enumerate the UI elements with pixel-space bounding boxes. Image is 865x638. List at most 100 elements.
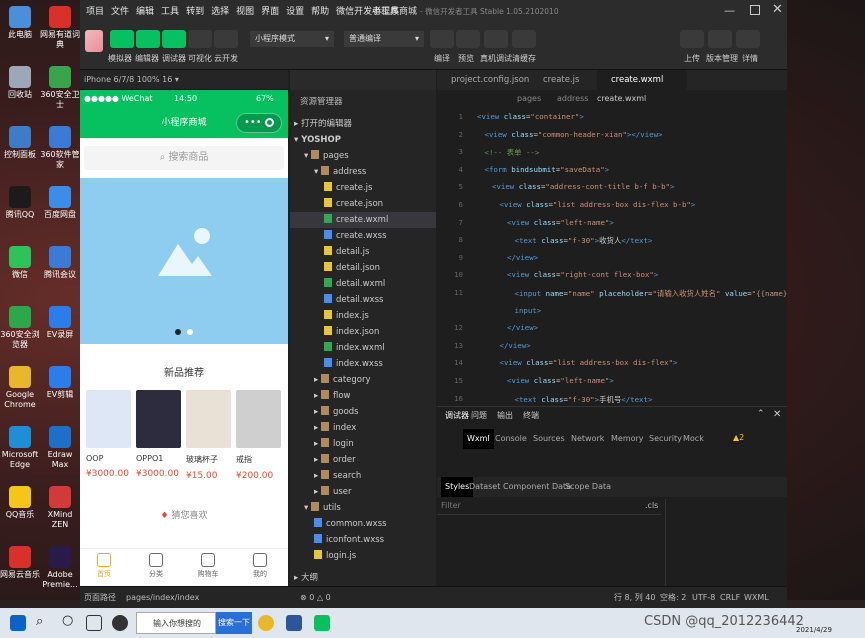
styles-filter[interactable]: Filter .cls [437, 499, 661, 515]
desktop-icon[interactable]: 此电脑 [0, 6, 40, 40]
devtools-sub-tab[interactable]: Scope Data [565, 477, 611, 497]
tree-folder[interactable]: ▸ flow [290, 388, 436, 404]
menu-item[interactable]: 编辑 [136, 0, 154, 24]
desktop-icon[interactable]: 360软件管家 [40, 126, 80, 170]
tree-folder[interactable]: ▾ address [290, 164, 436, 180]
menu-item[interactable]: 视图 [236, 0, 254, 24]
close-icon[interactable]: ✕ [772, 2, 783, 17]
desktop-icon[interactable]: Google Chrome [0, 366, 40, 410]
devtools-tab[interactable]: Memory [611, 429, 644, 449]
tree-folder[interactable]: ▸ search [290, 468, 436, 484]
devtools-top-tab[interactable]: 终端 [523, 407, 539, 425]
code-editor[interactable]: 1 <view class="container"> 2 <view class="c… [437, 108, 787, 406]
editor-tab[interactable]: create.wxml [597, 70, 687, 90]
banner-carousel[interactable] [80, 178, 288, 344]
desktop-icon[interactable]: Adobe Premie... [40, 546, 80, 590]
taskbar-search-input[interactable]: 输入你想搜的 [136, 612, 216, 634]
cloud-dev-icon[interactable] [214, 30, 238, 48]
tree-file[interactable]: index.json [290, 324, 436, 340]
desktop-icon[interactable]: 360安全卫士 [40, 66, 80, 110]
editor-tab[interactable]: create.js [529, 70, 597, 90]
search-input[interactable]: ⌕ 搜索商品 [84, 146, 284, 170]
status-item[interactable]: UTF-8 [692, 587, 715, 609]
desktop-icon[interactable]: 腾讯会议 [40, 246, 80, 280]
app-icon[interactable] [112, 615, 128, 631]
editor-toggle-icon[interactable] [136, 30, 160, 48]
avatar[interactable] [85, 30, 103, 52]
error-count[interactable]: ⊗ 0 △ 0 [300, 587, 331, 609]
status-item[interactable]: CRLF [720, 587, 740, 609]
collapse-icon[interactable]: ⌃ [757, 409, 765, 419]
clear-cache-icon[interactable] [512, 30, 536, 48]
devtools-tab[interactable]: Mock [683, 429, 704, 449]
tree-file[interactable]: index.js [290, 308, 436, 324]
tree-file[interactable]: detail.wxss [290, 292, 436, 308]
desktop-icon[interactable]: EV录屏 [40, 306, 80, 340]
tree-folder[interactable]: ▸ user [290, 484, 436, 500]
devtools-top-tab[interactable]: 调试器 [445, 407, 469, 425]
menu-item[interactable]: 转到 [186, 0, 204, 24]
status-item[interactable]: 行 8, 列 40 [614, 587, 655, 609]
tree-folder[interactable]: ▸ login [290, 436, 436, 452]
search-taskbar-icon[interactable]: ⌕ [36, 614, 43, 629]
project-root[interactable]: ▾ YOSHOP [294, 132, 341, 148]
desktop-icon[interactable]: 网易有道词典 [40, 6, 80, 50]
editor-tab[interactable]: project.config.json [437, 70, 529, 90]
tree-file[interactable]: iconfont.wxss [290, 532, 436, 548]
desktop-icon[interactable]: 360安全浏览器 [0, 306, 40, 350]
capsule-menu[interactable]: ••• [236, 113, 282, 133]
product-card[interactable]: 玻璃杯子 ¥15.00 [186, 390, 231, 481]
breadcrumb-item[interactable]: address [557, 90, 588, 108]
devtools-sub-tab[interactable]: Component Data [503, 477, 571, 497]
taskbar-search-button[interactable]: 搜索一下 [216, 612, 252, 634]
menu-item[interactable]: 项目 [86, 0, 104, 24]
wechat-devtools-icon[interactable] [314, 615, 330, 631]
cortana-icon[interactable]: ○ [62, 613, 73, 628]
status-item[interactable]: WXML [744, 587, 769, 609]
desktop-icon[interactable]: Edraw Max [40, 426, 80, 470]
devtools-top-tab[interactable]: 输出 [497, 407, 513, 425]
mode-select[interactable]: 小程序模式 ▾ [250, 31, 334, 47]
cls-toggle[interactable]: .cls [645, 501, 658, 510]
desktop-icon[interactable]: QQ音乐 [0, 486, 40, 520]
menu-item[interactable]: 帮助 [311, 0, 329, 24]
preview-icon[interactable] [456, 30, 480, 48]
tab-cart[interactable]: 购物车 [188, 553, 228, 579]
upload-icon[interactable] [680, 30, 704, 48]
tree-file[interactable]: create.wxml [290, 212, 436, 228]
devtools-close-icon[interactable]: ✕ [773, 409, 781, 420]
desktop-icon[interactable]: 回收站 [0, 66, 40, 100]
desktop-icon[interactable]: XMind ZEN [40, 486, 80, 530]
remote-debug-icon[interactable] [484, 30, 508, 48]
start-icon[interactable] [10, 615, 26, 631]
version-icon[interactable] [708, 30, 732, 48]
devtools-sub-tab[interactable]: Dataset [469, 477, 500, 497]
chrome-icon[interactable] [258, 615, 274, 631]
tab-category[interactable]: 分类 [136, 553, 176, 579]
tree-folder[interactable]: ▸ index [290, 420, 436, 436]
devtools-tab[interactable]: Console [495, 429, 527, 449]
menu-item[interactable]: 设置 [286, 0, 304, 24]
devtools-top-tab[interactable]: 问题 [471, 407, 487, 425]
word-icon[interactable] [286, 615, 302, 631]
devtools-tab[interactable]: Sources [533, 429, 565, 449]
device-select[interactable]: iPhone 6/7/8 100% 16 ▾ [84, 75, 179, 84]
details-icon[interactable] [736, 30, 760, 48]
more-icon[interactable]: ••• [244, 108, 262, 138]
compile-icon[interactable] [430, 30, 454, 48]
desktop-icon[interactable]: 百度网盘 [40, 186, 80, 220]
exit-icon[interactable] [265, 118, 274, 127]
debugger-toggle-icon[interactable] [162, 30, 186, 48]
page-path-label[interactable]: 页面路径 [84, 587, 116, 609]
menu-item[interactable]: 选择 [211, 0, 229, 24]
status-item[interactable]: 空格: 2 [660, 587, 686, 609]
desktop-icon[interactable]: 控制面板 [0, 126, 40, 160]
tree-folder[interactable]: ▾ pages [290, 148, 436, 164]
desktop-icon[interactable]: 微信 [0, 246, 40, 280]
tree-folder[interactable]: ▸ order [290, 452, 436, 468]
tree-folder[interactable]: ▸ goods [290, 404, 436, 420]
minimize-icon[interactable]: — [724, 4, 735, 18]
devtools-tab[interactable]: Network [571, 429, 604, 449]
breadcrumb-item[interactable]: create.wxml [597, 90, 646, 108]
tree-file[interactable]: create.json [290, 196, 436, 212]
